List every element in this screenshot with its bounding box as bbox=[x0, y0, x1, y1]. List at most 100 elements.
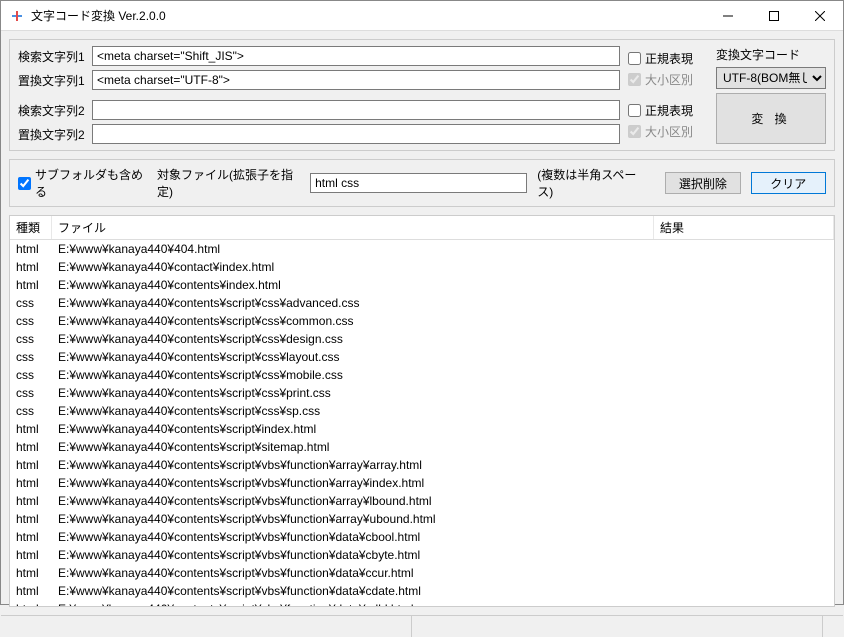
cell-result bbox=[654, 583, 834, 599]
cell-type: html bbox=[10, 439, 52, 455]
table-row[interactable]: cssE:¥www¥kanaya440¥contents¥script¥css¥… bbox=[10, 402, 834, 420]
table-row[interactable]: htmlE:¥www¥kanaya440¥contents¥script¥vbs… bbox=[10, 564, 834, 582]
regex2-checkbox[interactable]: 正規表現 bbox=[628, 102, 708, 119]
table-row[interactable]: htmlE:¥www¥kanaya440¥404.html bbox=[10, 240, 834, 258]
close-button[interactable] bbox=[797, 1, 843, 30]
case1-checkbox: 大小区別 bbox=[628, 71, 708, 88]
replace1-input[interactable] bbox=[92, 70, 620, 90]
cell-file: E:¥www¥kanaya440¥contents¥script¥css¥mob… bbox=[52, 367, 654, 383]
search-replace-panel: 検索文字列1 置換文字列1 検索文字列2 置換文字列2 正規表現 大小区別 正規… bbox=[9, 39, 835, 151]
table-row[interactable]: htmlE:¥www¥kanaya440¥contents¥script¥vbs… bbox=[10, 528, 834, 546]
subfolder-checkbox[interactable]: サブフォルダも含める bbox=[18, 166, 147, 200]
replace2-label: 置換文字列2 bbox=[18, 126, 88, 143]
table-row[interactable]: htmlE:¥www¥kanaya440¥contents¥script¥ind… bbox=[10, 420, 834, 438]
cell-type: html bbox=[10, 421, 52, 437]
table-row[interactable]: htmlE:¥www¥kanaya440¥contents¥script¥vbs… bbox=[10, 546, 834, 564]
cell-type: css bbox=[10, 331, 52, 347]
extension-label: 対象ファイル(拡張子を指定) bbox=[157, 166, 300, 200]
minimize-button[interactable] bbox=[705, 1, 751, 30]
search1-input[interactable] bbox=[92, 46, 620, 66]
replace2-input[interactable] bbox=[92, 124, 620, 144]
table-row[interactable]: cssE:¥www¥kanaya440¥contents¥script¥css¥… bbox=[10, 294, 834, 312]
table-row[interactable]: cssE:¥www¥kanaya440¥contents¥script¥css¥… bbox=[10, 384, 834, 402]
cell-file: E:¥www¥kanaya440¥contents¥script¥vbs¥fun… bbox=[52, 493, 654, 509]
cell-file: E:¥www¥kanaya440¥contact¥index.html bbox=[52, 259, 654, 275]
status-seg-1 bbox=[1, 616, 412, 637]
cell-result bbox=[654, 295, 834, 311]
cell-result bbox=[654, 313, 834, 329]
cell-type: css bbox=[10, 385, 52, 401]
clear-button[interactable]: クリア bbox=[751, 172, 826, 194]
window-title: 文字コード変換 Ver.2.0.0 bbox=[31, 7, 705, 24]
maximize-button[interactable] bbox=[751, 1, 797, 30]
cell-type: css bbox=[10, 349, 52, 365]
table-row[interactable]: htmlE:¥www¥kanaya440¥contents¥index.html bbox=[10, 276, 834, 294]
cell-type: html bbox=[10, 511, 52, 527]
regex1-checkbox[interactable]: 正規表現 bbox=[628, 50, 708, 67]
table-row[interactable]: htmlE:¥www¥kanaya440¥contact¥index.html bbox=[10, 258, 834, 276]
cell-file: E:¥www¥kanaya440¥contents¥script¥vbs¥fun… bbox=[52, 457, 654, 473]
cell-result bbox=[654, 601, 834, 606]
status-grip bbox=[823, 616, 843, 637]
cell-file: E:¥www¥kanaya440¥contents¥script¥css¥adv… bbox=[52, 295, 654, 311]
file-list-header: 種類 ファイル 結果 bbox=[10, 216, 834, 240]
cell-result bbox=[654, 457, 834, 473]
table-row[interactable]: cssE:¥www¥kanaya440¥contents¥script¥css¥… bbox=[10, 366, 834, 384]
extension-input[interactable] bbox=[310, 173, 527, 193]
window-controls bbox=[705, 1, 843, 30]
table-row[interactable]: cssE:¥www¥kanaya440¥contents¥script¥css¥… bbox=[10, 348, 834, 366]
extension-hint: (複数は半角スペース) bbox=[537, 166, 645, 200]
cell-file: E:¥www¥kanaya440¥contents¥script¥vbs¥fun… bbox=[52, 511, 654, 527]
cell-type: css bbox=[10, 367, 52, 383]
cell-result bbox=[654, 385, 834, 401]
file-list-panel: 種類 ファイル 結果 htmlE:¥www¥kanaya440¥404.html… bbox=[9, 215, 835, 607]
cell-file: E:¥www¥kanaya440¥contents¥script¥index.h… bbox=[52, 421, 654, 437]
cell-type: html bbox=[10, 529, 52, 545]
cell-result bbox=[654, 349, 834, 365]
search2-input[interactable] bbox=[92, 100, 620, 120]
app-icon bbox=[9, 8, 25, 24]
cell-result bbox=[654, 547, 834, 563]
search2-label: 検索文字列2 bbox=[18, 102, 88, 119]
cell-file: E:¥www¥kanaya440¥contents¥script¥vbs¥fun… bbox=[52, 565, 654, 581]
cell-file: E:¥www¥kanaya440¥404.html bbox=[52, 241, 654, 257]
table-row[interactable]: cssE:¥www¥kanaya440¥contents¥script¥css¥… bbox=[10, 330, 834, 348]
delete-selection-button[interactable]: 選択削除 bbox=[665, 172, 740, 194]
cell-type: html bbox=[10, 547, 52, 563]
cell-file: E:¥www¥kanaya440¥contents¥script¥css¥pri… bbox=[52, 385, 654, 401]
cell-type: html bbox=[10, 601, 52, 606]
table-row[interactable]: htmlE:¥www¥kanaya440¥contents¥script¥vbs… bbox=[10, 474, 834, 492]
cell-result bbox=[654, 439, 834, 455]
cell-result bbox=[654, 277, 834, 293]
table-row[interactable]: htmlE:¥www¥kanaya440¥contents¥script¥sit… bbox=[10, 438, 834, 456]
convert-button[interactable]: 変 換 bbox=[716, 93, 826, 144]
titlebar: 文字コード変換 Ver.2.0.0 bbox=[1, 1, 843, 31]
cell-result bbox=[654, 511, 834, 527]
cell-file: E:¥www¥kanaya440¥contents¥script¥sitemap… bbox=[52, 439, 654, 455]
cell-result bbox=[654, 259, 834, 275]
table-row[interactable]: htmlE:¥www¥kanaya440¥contents¥script¥vbs… bbox=[10, 510, 834, 528]
table-row[interactable]: htmlE:¥www¥kanaya440¥contents¥script¥vbs… bbox=[10, 582, 834, 600]
cell-file: E:¥www¥kanaya440¥contents¥index.html bbox=[52, 277, 654, 293]
search1-label: 検索文字列1 bbox=[18, 48, 88, 65]
encoding-select[interactable]: UTF-8(BOM無し) bbox=[716, 67, 826, 89]
table-row[interactable]: cssE:¥www¥kanaya440¥contents¥script¥css¥… bbox=[10, 312, 834, 330]
column-type-header[interactable]: 種類 bbox=[10, 216, 52, 239]
case2-checkbox: 大小区別 bbox=[628, 123, 708, 140]
column-result-header[interactable]: 結果 bbox=[654, 216, 834, 239]
column-file-header[interactable]: ファイル bbox=[52, 216, 654, 239]
table-row[interactable]: htmlE:¥www¥kanaya440¥contents¥script¥vbs… bbox=[10, 492, 834, 510]
cell-file: E:¥www¥kanaya440¥contents¥script¥vbs¥fun… bbox=[52, 529, 654, 545]
cell-result bbox=[654, 475, 834, 491]
statusbar bbox=[1, 615, 843, 637]
status-seg-2 bbox=[412, 616, 823, 637]
cell-result bbox=[654, 493, 834, 509]
table-row[interactable]: htmlE:¥www¥kanaya440¥contents¥script¥vbs… bbox=[10, 600, 834, 606]
table-row[interactable]: htmlE:¥www¥kanaya440¥contents¥script¥vbs… bbox=[10, 456, 834, 474]
cell-result bbox=[654, 565, 834, 581]
cell-file: E:¥www¥kanaya440¥contents¥script¥vbs¥fun… bbox=[52, 601, 654, 606]
cell-type: html bbox=[10, 241, 52, 257]
cell-type: html bbox=[10, 259, 52, 275]
cell-file: E:¥www¥kanaya440¥contents¥script¥css¥com… bbox=[52, 313, 654, 329]
file-list-body[interactable]: htmlE:¥www¥kanaya440¥404.htmlhtmlE:¥www¥… bbox=[10, 240, 834, 606]
